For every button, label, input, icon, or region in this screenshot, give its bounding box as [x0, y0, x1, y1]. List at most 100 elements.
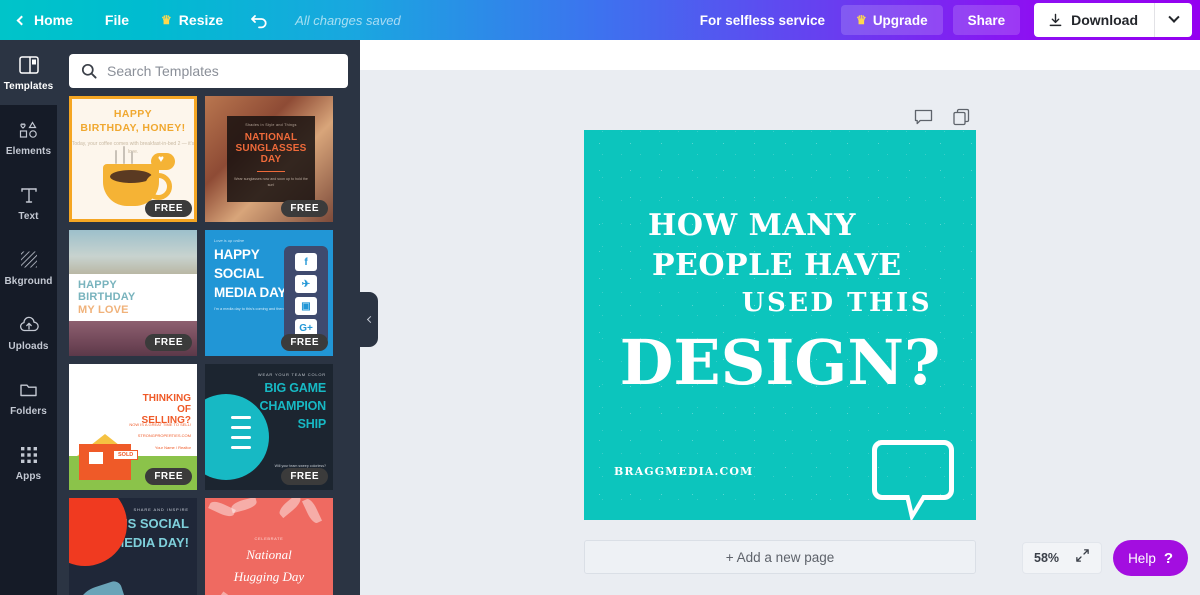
- sidebar-label-text: Text: [18, 211, 38, 222]
- apps-icon: [20, 444, 38, 466]
- top-toolbar: Home File ♛ Resize All changes saved For…: [0, 0, 1200, 40]
- template-card-big-game-championship[interactable]: WEAR YOUR TEAM COLOR BIG GAME CHAMPION S…: [205, 364, 333, 490]
- add-new-page-button[interactable]: + Add a new page: [584, 540, 976, 574]
- download-icon: [1048, 13, 1063, 28]
- crown-icon: ♛: [161, 14, 172, 26]
- search-input[interactable]: [107, 63, 336, 79]
- template-title-line3: DAY: [261, 154, 282, 165]
- resize-button[interactable]: ♛ Resize: [145, 0, 239, 40]
- templates-icon: [19, 54, 39, 76]
- download-button[interactable]: Download: [1034, 3, 1154, 37]
- sidebar-label-bkground: Bkground: [4, 276, 52, 287]
- template-pretext: WEAR YOUR TEAM COLOR: [205, 372, 326, 377]
- template-title-line1: National: [205, 547, 333, 563]
- sidebar-label-folders: Folders: [10, 406, 47, 417]
- canvas-headline-line2[interactable]: PEOPLE HAVE: [584, 248, 976, 283]
- save-status: All changes saved: [295, 13, 401, 28]
- undo-icon: [250, 11, 270, 29]
- photo-top: [69, 230, 197, 274]
- chevron-left-icon: [366, 316, 373, 323]
- template-card-happy-birthday-honey[interactable]: HAPPY BIRTHDAY, HONEY! Today, your coffe…: [69, 96, 197, 222]
- template-card-happy-birthday-my-love[interactable]: HAPPY BIRTHDAY MY LOVE FREE: [69, 230, 197, 356]
- lace-graphic: [231, 436, 251, 439]
- free-badge: FREE: [281, 334, 328, 351]
- sidebar-item-folders[interactable]: Folders: [0, 365, 57, 430]
- canvas-headline-line1[interactable]: HOW MANY: [584, 208, 976, 243]
- free-badge: FREE: [145, 468, 192, 485]
- search-box[interactable]: [69, 54, 348, 88]
- instagram-icon: ▣: [295, 297, 317, 315]
- help-button[interactable]: Help ?: [1113, 540, 1188, 576]
- template-card-thinking-of-selling[interactable]: SOLD THINKING OF SELLING? NOW IS A GREAT…: [69, 364, 197, 490]
- template-pretext: Shades in Style and Things: [245, 123, 297, 127]
- home-button[interactable]: Home: [0, 0, 89, 40]
- expand-icon[interactable]: [1075, 548, 1090, 568]
- download-button-group: Download: [1034, 3, 1192, 37]
- search-icon: [81, 63, 97, 79]
- panel-collapse-handle[interactable]: [360, 292, 378, 347]
- text-icon: [20, 184, 38, 206]
- templates-panel: HAPPY BIRTHDAY, HONEY! Today, your coffe…: [57, 40, 360, 595]
- template-card-national-sunglasses-day[interactable]: Shades in Style and Things NATIONAL SUNG…: [205, 96, 333, 222]
- sidebar-label-uploads: Uploads: [8, 341, 48, 352]
- template-subtext: Wear sunglasses now and soon up to hold …: [233, 176, 309, 188]
- canvas-watermark[interactable]: BRAGGMEDIA.COM: [614, 465, 753, 478]
- template-sub-line: NOW IS A GREAT TIME TO SELL!: [127, 422, 191, 428]
- sold-sign: SOLD: [113, 450, 138, 460]
- twitter-icon: ✈: [295, 275, 317, 293]
- template-pretext: CELEBRATE: [205, 536, 333, 541]
- comment-icon[interactable]: [912, 106, 934, 128]
- template-card-national-hugging-day[interactable]: CELEBRATE National Hugging Day Embrace e…: [205, 498, 333, 595]
- template-title-line1: HAPPY: [114, 108, 152, 121]
- resize-label: Resize: [179, 12, 223, 28]
- sidebar-item-templates[interactable]: Templates: [0, 40, 57, 105]
- sidebar-item-bkground[interactable]: Bkground: [0, 235, 57, 300]
- editor-workspace: HOW MANY PEOPLE HAVE USED THIS DESIGN? B…: [360, 40, 1200, 595]
- undo-button[interactable]: [239, 0, 281, 40]
- zoom-control[interactable]: 58%: [1022, 542, 1102, 574]
- sidebar-item-uploads[interactable]: Uploads: [0, 300, 57, 365]
- template-inner-card: Shades in Style and Things NATIONAL SUNG…: [227, 116, 315, 202]
- upgrade-button[interactable]: ♛ Upgrade: [841, 5, 943, 35]
- template-title-line1: THINKING OF: [127, 394, 191, 416]
- account-name[interactable]: For selfless service: [700, 13, 825, 28]
- free-badge: FREE: [145, 200, 192, 217]
- steam-icon: [131, 151, 133, 164]
- canvas-page-tools: [912, 106, 972, 128]
- canvas-headline-line4[interactable]: DESIGN?: [584, 326, 976, 399]
- folders-icon: [19, 379, 39, 401]
- workspace-header-strip: [360, 40, 1200, 70]
- leaf-icon: [230, 498, 258, 513]
- download-dropdown-button[interactable]: [1154, 3, 1192, 37]
- file-label: File: [105, 12, 129, 28]
- chevron-down-icon: [1168, 12, 1179, 23]
- sidebar-rail: Templates Elements Text: [0, 40, 57, 595]
- sidebar-item-apps[interactable]: Apps: [0, 430, 57, 495]
- question-mark-icon: ?: [1164, 550, 1173, 567]
- canvas-headline-line3[interactable]: USED THIS: [584, 288, 976, 318]
- template-card-its-social-media-day[interactable]: SHARE AND INSPIRE IT'S SOCIAL MEDIA DAY!…: [69, 498, 197, 595]
- template-title-line1: HAPPY: [78, 279, 188, 291]
- download-label: Download: [1071, 12, 1138, 28]
- upgrade-label: Upgrade: [873, 13, 928, 28]
- design-canvas[interactable]: HOW MANY PEOPLE HAVE USED THIS DESIGN? B…: [584, 130, 976, 520]
- speech-bubble-icon[interactable]: [872, 440, 954, 500]
- lace-graphic: [231, 446, 251, 449]
- red-circle-graphic: [69, 498, 127, 566]
- sidebar-item-text[interactable]: Text: [0, 170, 57, 235]
- share-button[interactable]: Share: [953, 5, 1021, 35]
- duplicate-icon[interactable]: [950, 106, 972, 128]
- file-menu-button[interactable]: File: [89, 0, 145, 40]
- lace-graphic: [231, 426, 251, 429]
- chevron-left-icon: [17, 15, 27, 25]
- template-title-line3: MY LOVE: [78, 304, 188, 316]
- background-icon: [19, 249, 39, 271]
- leaf-icon: [302, 498, 322, 525]
- template-pretext: Love is up online: [214, 238, 333, 243]
- add-new-page-label: + Add a new page: [726, 550, 834, 565]
- crown-icon: ♛: [856, 14, 867, 26]
- leaf-icon: [277, 498, 303, 518]
- sidebar-item-elements[interactable]: Elements: [0, 105, 57, 170]
- template-card-happy-social-media-day[interactable]: Love is up online HAPPY SOCIAL MEDIA DAY…: [205, 230, 333, 356]
- free-badge: FREE: [145, 334, 192, 351]
